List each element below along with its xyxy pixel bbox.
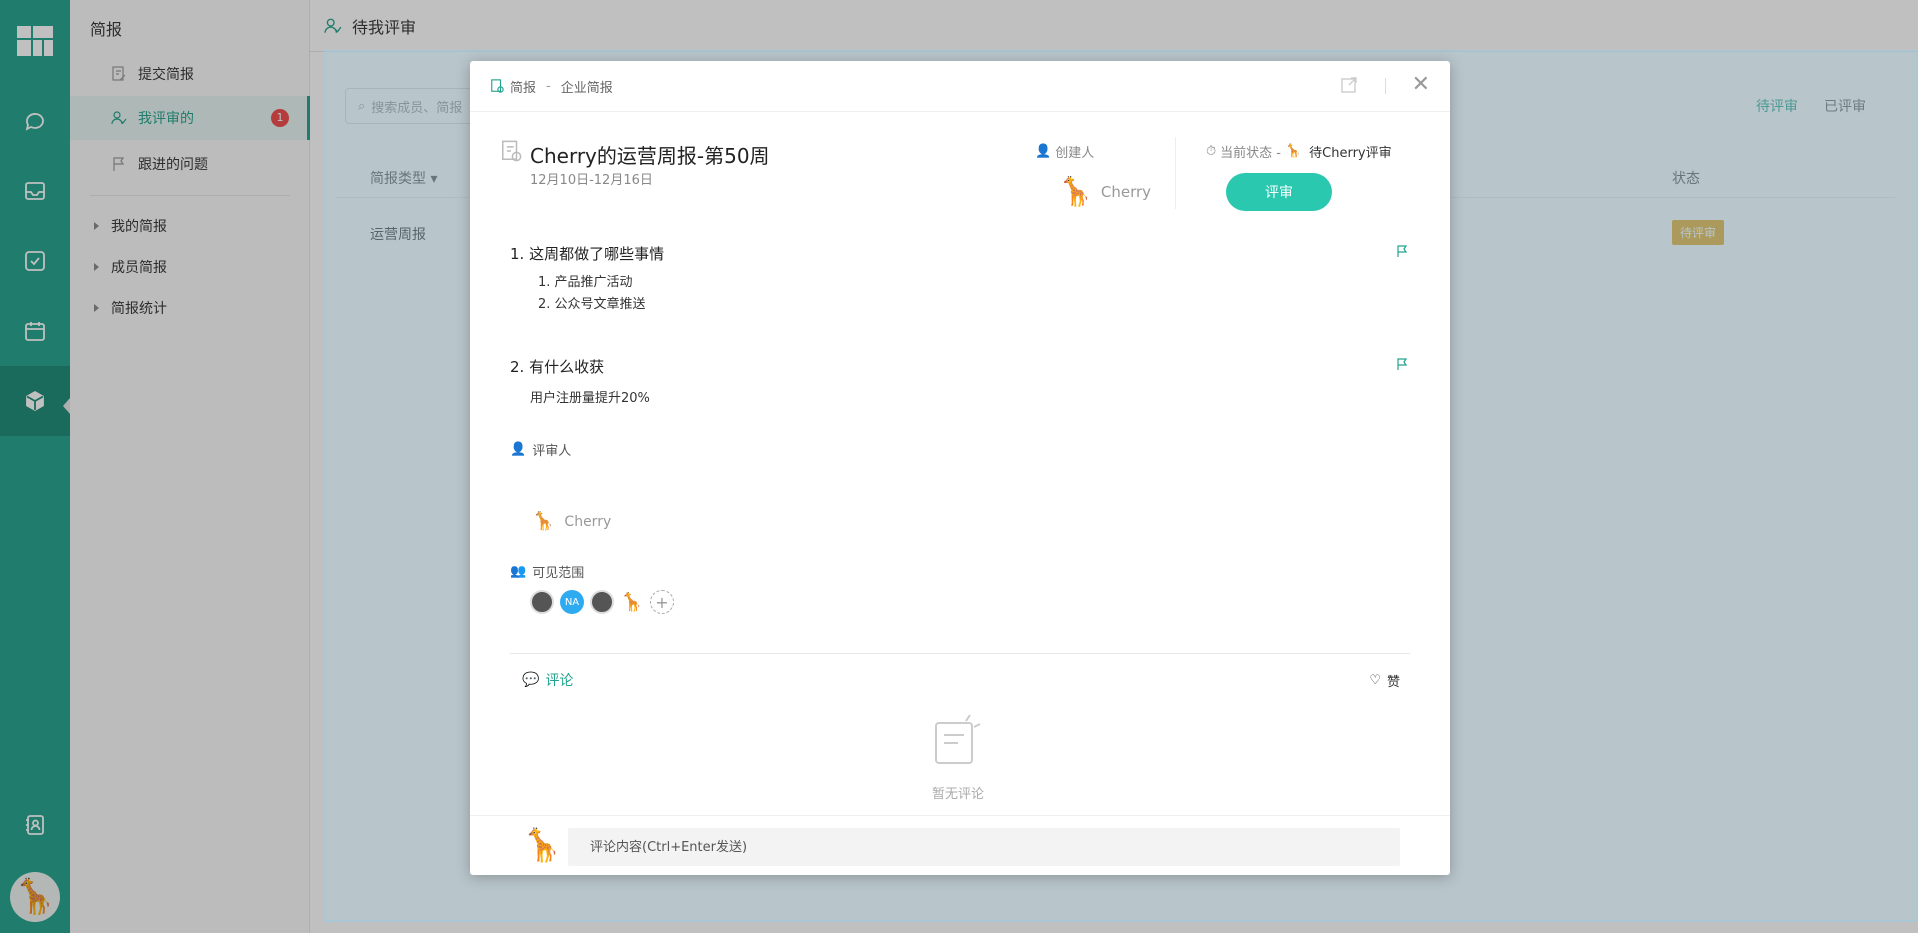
open-external-icon[interactable]	[1340, 76, 1358, 98]
empty-comment-icon	[930, 713, 986, 773]
answer-text: 用户注册量提升20%	[530, 391, 650, 406]
report-title: Cherry的运营周报-第50周	[530, 144, 770, 168]
breadcrumb-separator: -	[546, 78, 551, 94]
review-button[interactable]: 评审	[1226, 173, 1332, 211]
reviewer-label: 👤 评审人	[510, 442, 572, 459]
creator-label: 👤 创建人	[1035, 144, 1095, 161]
status-label: ⏱ 当前状态 - 🦒 待Cherry评审	[1206, 144, 1392, 161]
heart-icon: ♡	[1369, 673, 1381, 688]
member-avatar[interactable]	[530, 590, 554, 614]
reviewer: 🦒 Cherry	[532, 511, 611, 532]
giraffe-avatar-icon: 🦒	[522, 826, 562, 864]
divider	[1175, 137, 1176, 209]
giraffe-avatar-icon: 🦒	[1284, 144, 1302, 159]
add-member-icon[interactable]: +	[650, 590, 674, 614]
timer-icon: ⏱	[1206, 144, 1217, 159]
list-item: 2. 公众号文章推送	[538, 297, 646, 312]
comment-tab[interactable]: 💬 评论	[522, 670, 573, 690]
visibility-label: 👥 可见范围	[510, 564, 585, 581]
person-icon: 👤	[510, 442, 527, 457]
divider	[510, 653, 1410, 654]
breadcrumb-root: 简报	[510, 80, 537, 96]
like-button[interactable]: ♡ 赞	[1369, 671, 1400, 690]
status-value: 待Cherry评审	[1309, 146, 1392, 161]
comment-icon: 💬	[522, 672, 540, 688]
comment-footer: 🦒	[470, 815, 1450, 875]
list-item: 1. 产品推广活动	[538, 275, 633, 290]
reviewer-name: Cherry	[564, 513, 612, 530]
divider	[1385, 78, 1386, 94]
report-modal: 简报 - 企业简报 ✕ Cherry的运营周报-第50周 12月10日-12月1…	[470, 61, 1450, 875]
creator-name: Cherry	[1100, 182, 1152, 201]
giraffe-avatar-icon: 🦒	[532, 511, 555, 532]
flag-icon[interactable]	[1396, 357, 1410, 375]
group-icon: 👥	[510, 564, 527, 579]
person-icon: 👤	[1035, 144, 1052, 159]
close-icon[interactable]: ✕	[1412, 73, 1430, 97]
creator: 🦒 Cherry	[1058, 175, 1151, 208]
breadcrumb-current: 企业简报	[560, 80, 613, 96]
modal-body: Cherry的运营周报-第50周 12月10日-12月16日 👤 创建人 🦒 Che…	[470, 113, 1450, 813]
member-avatar[interactable]: NA	[560, 590, 584, 614]
flag-icon[interactable]	[1396, 244, 1410, 262]
giraffe-avatar-icon: 🦒	[1058, 175, 1093, 208]
report-doc-icon	[500, 140, 522, 166]
empty-comment-text: 暂无评论	[932, 787, 985, 802]
member-avatar[interactable]: 🦒	[620, 590, 644, 614]
report-date-range: 12月10日-12月16日	[530, 173, 653, 188]
visibility-avatars: NA 🦒 +	[530, 590, 674, 614]
comment-input[interactable]	[568, 828, 1400, 866]
modal-header: 简报 - 企业简报 ✕	[470, 61, 1450, 112]
member-avatar[interactable]	[590, 590, 614, 614]
report-icon	[490, 79, 504, 93]
question-2: 2. 有什么收获	[510, 358, 605, 376]
question-1: 1. 这周都做了哪些事情	[510, 245, 665, 263]
